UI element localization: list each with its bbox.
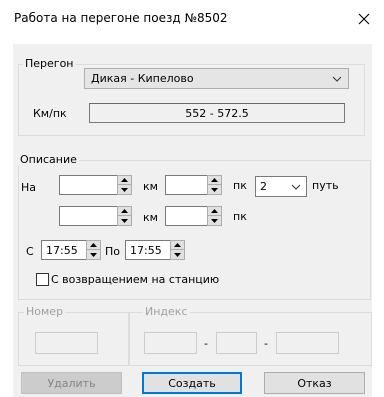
close-button[interactable]: [348, 4, 380, 34]
chevron-down-icon: [332, 76, 342, 82]
km-label-2: км: [143, 211, 158, 224]
pk-input-1[interactable]: [165, 175, 208, 195]
close-icon: [358, 13, 370, 25]
spin-down-icon[interactable]: [171, 250, 184, 259]
index-input-3[interactable]: [276, 332, 339, 354]
peregon-select[interactable]: Дикая - Кипелово: [84, 68, 349, 89]
spin-down-icon[interactable]: [118, 185, 131, 194]
pk-spin-1[interactable]: [207, 175, 222, 195]
number-group: Номер: [18, 305, 129, 366]
title-bar: Работа на перегоне поезд №8502: [0, 0, 384, 40]
index-separator-1: -: [204, 337, 208, 350]
return-checkbox[interactable]: [36, 273, 49, 286]
pk-label-2: пк: [233, 210, 247, 223]
track-select[interactable]: 2: [255, 176, 307, 197]
to-time-value: 17:55: [130, 244, 162, 257]
cancel-button[interactable]: Отказ: [264, 372, 365, 394]
km-input-1[interactable]: [59, 175, 118, 195]
from-time-value: 17:55: [46, 244, 78, 257]
peregon-select-value: Дикая - Кипелово: [91, 72, 194, 85]
peregon-group: Перегон Дикая - Кипелово Км/пк 552 - 572…: [18, 57, 365, 136]
index-input-1[interactable]: [144, 332, 197, 354]
spin-up-icon[interactable]: [171, 241, 184, 250]
description-legend: Описание: [18, 153, 79, 166]
index-group: Индекс - -: [129, 305, 372, 366]
return-checkbox-label[interactable]: С возвращением на станцию: [51, 273, 219, 286]
index-legend: Индекс: [143, 305, 190, 318]
pk-input-2[interactable]: [165, 206, 208, 226]
track-label: путь: [312, 179, 339, 192]
peregon-legend: Перегон: [23, 57, 76, 70]
pk-label-1: пк: [233, 179, 247, 192]
spin-up-icon[interactable]: [87, 241, 100, 250]
description-group: Описание На км пк 2 путь км пк С 17:55 П…: [18, 153, 371, 300]
dialog-body: Перегон Дикая - Кипелово Км/пк 552 - 572…: [13, 44, 372, 397]
create-button[interactable]: Создать: [142, 372, 242, 394]
track-select-value: 2: [260, 180, 267, 193]
spin-up-icon[interactable]: [208, 207, 221, 216]
index-input-2[interactable]: [216, 332, 257, 354]
spin-up-icon[interactable]: [208, 176, 221, 185]
spin-down-icon[interactable]: [118, 216, 131, 225]
to-time-input[interactable]: 17:55: [125, 240, 171, 260]
dialog: Работа на перегоне поезд №8502 Перегон Д…: [0, 0, 384, 397]
spin-up-icon[interactable]: [118, 207, 131, 216]
km-pk-label: Км/пк: [33, 107, 67, 120]
chevron-down-icon: [291, 184, 301, 190]
pk-spin-2[interactable]: [207, 206, 222, 226]
delete-button[interactable]: Удалить: [21, 372, 122, 394]
to-time-spin[interactable]: [170, 240, 185, 260]
window-title: Работа на перегоне поезд №8502: [14, 11, 228, 25]
from-label: С: [26, 245, 34, 258]
km-spin-2[interactable]: [117, 206, 132, 226]
spin-up-icon[interactable]: [118, 176, 131, 185]
number-legend: Номер: [24, 305, 66, 318]
to-label: По: [105, 245, 121, 258]
from-time-input[interactable]: 17:55: [41, 240, 87, 260]
from-time-spin[interactable]: [86, 240, 101, 260]
index-separator-2: -: [264, 337, 268, 350]
spin-down-icon[interactable]: [87, 250, 100, 259]
number-input[interactable]: [35, 332, 98, 354]
km-pk-value: 552 - 572.5: [185, 107, 249, 120]
spin-down-icon[interactable]: [208, 185, 221, 194]
km-label-1: км: [143, 180, 158, 193]
km-input-2[interactable]: [59, 206, 118, 226]
km-pk-field: 552 - 572.5: [89, 103, 345, 123]
spin-down-icon[interactable]: [208, 216, 221, 225]
km-spin-1[interactable]: [117, 175, 132, 195]
na-label: На: [21, 181, 37, 194]
